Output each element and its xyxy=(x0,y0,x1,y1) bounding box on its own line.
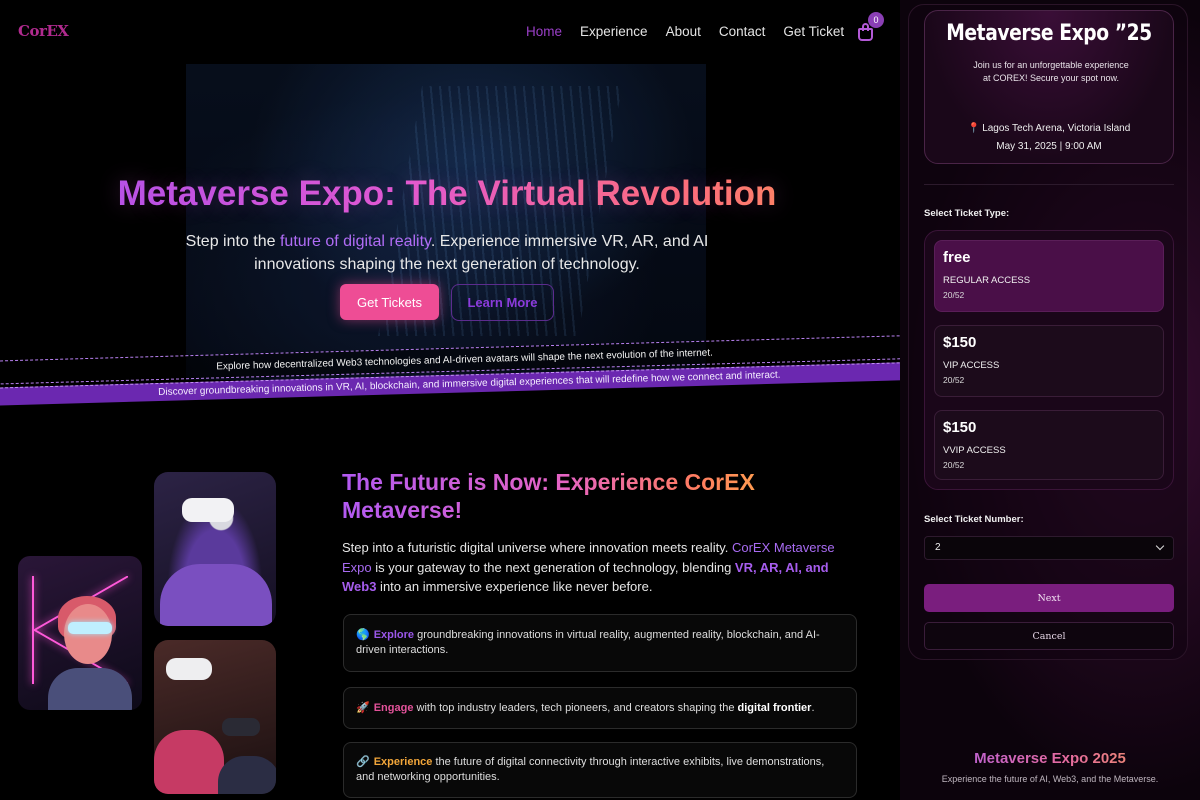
footer-subtitle: Experience the future of AI, Web3, and t… xyxy=(941,774,1159,784)
nav-contact[interactable]: Contact xyxy=(719,24,766,39)
hero-subtitle-highlight: future of digital reality xyxy=(279,233,431,250)
panel-divider xyxy=(924,184,1174,185)
ticket-availability: 20/52 xyxy=(943,375,965,385)
nav-experience[interactable]: Experience xyxy=(580,24,648,39)
event-description: Join us for an unforgettable experience … xyxy=(973,60,1129,83)
feature-card-explore: 🌎 Explore groundbreaking innovations in v… xyxy=(343,614,857,672)
ticket-number-value: 2 xyxy=(935,542,941,553)
image-vr-visor xyxy=(182,498,234,522)
main-nav: Home Experience About Contact Get Ticket xyxy=(526,24,862,39)
image-figure xyxy=(160,564,272,626)
feature-card-strong: digital frontier xyxy=(737,701,812,714)
event-location-text: Lagos Tech Arena, Victoria Island xyxy=(982,123,1131,134)
neon-triangle-woman-image xyxy=(18,556,142,710)
footer-title: Metaverse Expo 2025 xyxy=(900,750,1200,767)
vr-couple-image xyxy=(154,640,276,794)
feature-card-text: 🌎 Explore groundbreaking innovations in v… xyxy=(356,628,844,658)
chevron-down-icon xyxy=(1155,541,1165,551)
ticket-availability: 20/52 xyxy=(943,290,965,300)
feature-desc-part: into an immersive experience like never … xyxy=(376,579,653,594)
ticket-name: VIP ACCESS xyxy=(943,360,1000,371)
event-date: May 31, 2025 | 9:00 AM xyxy=(996,141,1102,152)
feature-card-keyword: Explore xyxy=(373,629,415,641)
vr-headset-man-image xyxy=(154,472,276,626)
image-head xyxy=(64,604,112,664)
nav-get-ticket[interactable]: Get Ticket xyxy=(783,24,844,39)
globe-icon: 🌎 xyxy=(356,629,370,641)
ticket-price: $150 xyxy=(943,334,977,351)
image-vr-visor xyxy=(222,718,260,736)
event-location: 📍 Lagos Tech Arena, Victoria Island xyxy=(925,123,1173,134)
hero-title: Metaverse Expo: The Virtual Revolution xyxy=(0,174,894,214)
image-figure xyxy=(154,730,224,794)
learn-more-button[interactable]: Learn More xyxy=(451,284,554,321)
location-pin-icon: 📍 xyxy=(967,123,981,134)
ticket-name: VVIP ACCESS xyxy=(943,445,1006,456)
cart-count-badge: 0 xyxy=(868,12,884,28)
feature-card-text: 🚀 Engage with top industry leaders, tech … xyxy=(356,701,815,716)
corex-logo[interactable]: CorEX xyxy=(18,22,69,40)
image-figure xyxy=(218,756,276,794)
event-title: Metaverse Expo ”25 xyxy=(946,21,1152,46)
ticket-number-select[interactable]: 2 xyxy=(924,536,1174,560)
feature-card-keyword: Engage xyxy=(373,701,414,714)
feature-card-experience: 🔗 Experience the future of digital connec… xyxy=(343,742,857,798)
feature-card-engage: 🚀 Engage with top industry leaders, tech … xyxy=(343,687,857,729)
cancel-button[interactable]: Cancel xyxy=(924,622,1174,650)
ticket-option-regular[interactable]: free REGULAR ACCESS 20/52 xyxy=(934,240,1164,312)
ticket-price: $150 xyxy=(943,419,977,436)
get-tickets-button[interactable]: Get Tickets xyxy=(340,284,439,320)
nav-home[interactable]: Home xyxy=(526,24,562,39)
hero-subtitle-pre: Step into the xyxy=(185,233,280,250)
event-info-card: Metaverse Expo ”25 Join us for an unforg… xyxy=(924,10,1174,164)
rocket-icon: 🚀 xyxy=(356,701,370,714)
ticket-name: REGULAR ACCESS xyxy=(943,275,1031,286)
ticket-price: free xyxy=(943,249,971,266)
ticket-number-label: Select Ticket Number: xyxy=(924,514,1024,525)
feature-card-body: with top industry leaders, tech pioneers… xyxy=(413,701,738,714)
feature-title: The Future is Now: Experience CorEX Meta… xyxy=(342,468,782,524)
feature-card-text: 🔗 Experience the future of digital connec… xyxy=(356,755,844,785)
ticket-availability: 20/52 xyxy=(943,460,965,470)
feature-card-tail: . xyxy=(811,701,815,714)
ticket-type-label: Select Ticket Type: xyxy=(924,208,1010,219)
image-ar-glasses xyxy=(68,622,112,634)
feature-description: Step into a futuristic digital universe … xyxy=(342,538,858,597)
image-vr-visor xyxy=(166,658,212,680)
hero-subtitle: Step into the future of digital reality.… xyxy=(180,230,714,276)
ticket-option-vip[interactable]: $150 VIP ACCESS 20/52 xyxy=(934,325,1164,397)
ticket-option-vvip[interactable]: $150 VVIP ACCESS 20/52 xyxy=(934,410,1164,480)
feature-card-keyword: Experience xyxy=(373,756,433,768)
link-icon: 🔗 xyxy=(356,756,370,768)
feature-desc-part: is your gateway to the next generation o… xyxy=(371,559,735,575)
nav-about[interactable]: About xyxy=(666,24,701,39)
cart-body xyxy=(858,28,873,41)
next-button[interactable]: Next xyxy=(924,584,1174,612)
feature-desc-part: Step into a futuristic digital universe … xyxy=(342,540,732,555)
feature-card-body: groundbreaking innovations in virtual re… xyxy=(356,629,820,656)
image-figure xyxy=(48,668,132,710)
